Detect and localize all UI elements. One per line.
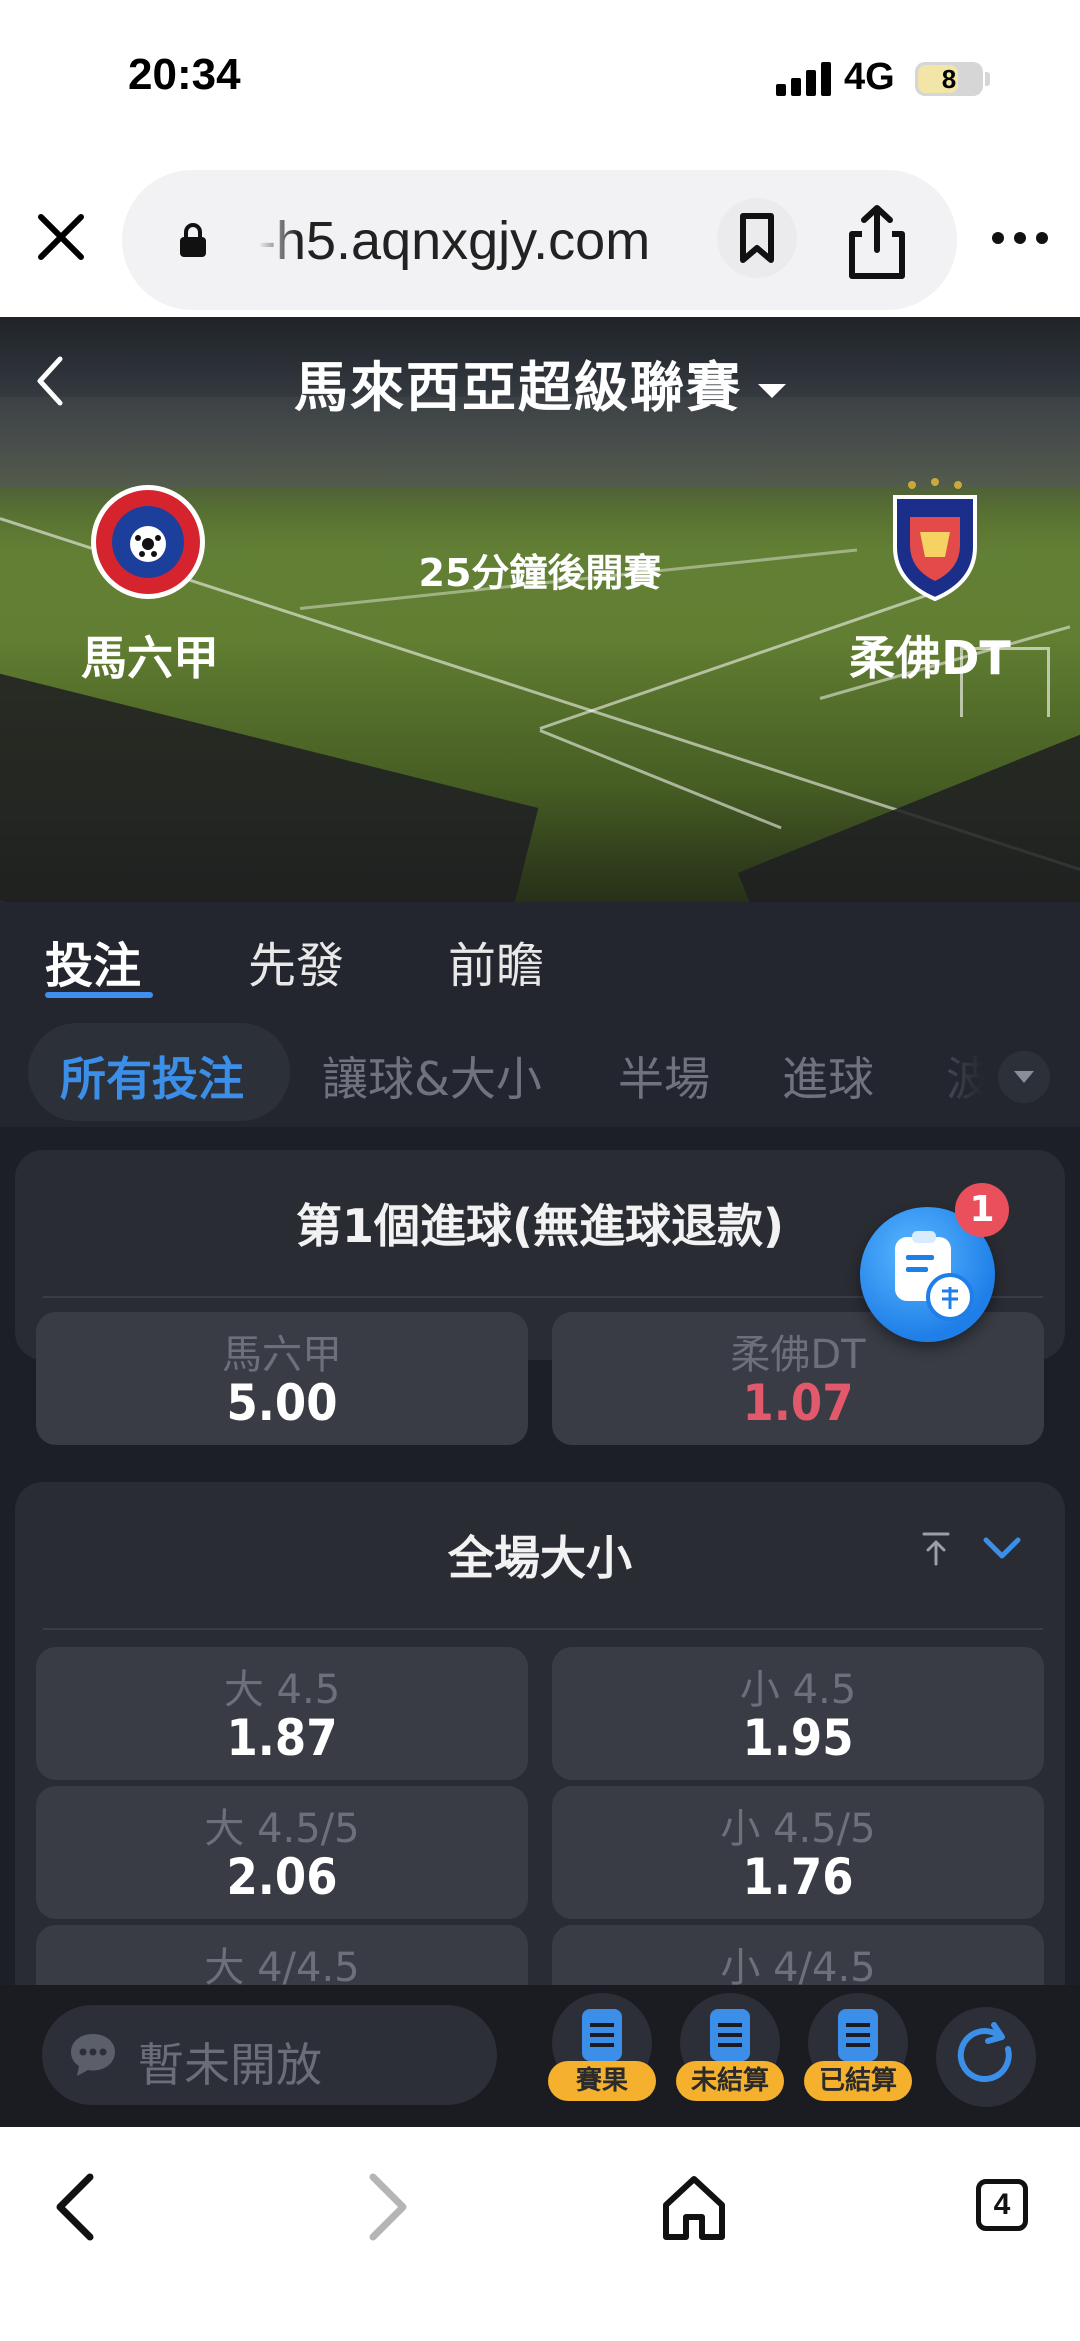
odds-label: 馬六甲 <box>222 1332 342 1378</box>
collapse-icon[interactable] <box>982 1536 1022 1560</box>
share-icon[interactable] <box>842 202 912 282</box>
network-type: 4G <box>844 56 895 98</box>
battery-tip <box>985 72 990 86</box>
tab-count: 4 <box>976 2179 1028 2231</box>
odds-value: 1.87 <box>226 1709 338 1767</box>
status-bar: 20:34 4G 8 <box>0 0 1080 160</box>
expand-filters-icon[interactable] <box>998 1051 1050 1103</box>
chat-placeholder: 暫未開放 <box>138 2038 322 2092</box>
status-time: 20:34 <box>128 50 241 99</box>
tab-bet[interactable]: 投注 <box>45 926 141 996</box>
away-team-logo <box>893 478 977 602</box>
main-tabs: 投注 先發 前瞻 <box>0 902 1080 1017</box>
odds-label: 大 4.5/5 <box>204 1806 360 1852</box>
settled-button[interactable]: 已結算 <box>804 1993 912 2113</box>
url-text[interactable]: -h5.aqnxgjy.com <box>258 210 650 272</box>
match-header: 馬來西亞超級聯賽 馬六甲 25分鐘後開賽 柔佛DT <box>0 317 1080 902</box>
odds-label: 小 4.5 <box>739 1667 857 1713</box>
document-icon <box>838 2009 878 2061</box>
battery-level: 8 <box>941 64 957 94</box>
odds-button[interactable]: 大 4.5/5 2.06 <box>36 1786 528 1919</box>
filter-handicap-ou[interactable]: 讓球&大小 <box>322 1043 542 1109</box>
browser-nav-bar: 4 <box>0 2127 1080 2341</box>
caret-down-icon <box>758 384 786 399</box>
odds-button[interactable]: 小 4.5/5 1.76 <box>552 1786 1044 1919</box>
chat-input[interactable]: 暫未開放 <box>42 2005 497 2105</box>
active-tab-indicator <box>45 992 153 998</box>
battery-icon: 8 <box>915 62 983 96</box>
refresh-button[interactable] <box>936 2007 1036 2107</box>
filter-half[interactable]: 半場 <box>618 1043 710 1109</box>
lock-icon <box>180 223 206 257</box>
home-team-logo <box>91 485 205 599</box>
market-title: 全場大小 <box>448 1531 632 1585</box>
odds-value: 1.07 <box>742 1374 854 1432</box>
odds-button[interactable]: 小 4.5 1.95 <box>552 1647 1044 1780</box>
odds-value: 1.76 <box>742 1848 854 1906</box>
odds-label: 小 4.5/5 <box>720 1806 876 1852</box>
bottom-toolbar: 暫未開放 賽果 未結算 已結算 <box>0 1985 1080 2127</box>
odds-value: 2.06 <box>226 1848 338 1906</box>
away-team-name: 柔佛DT <box>849 631 1011 685</box>
browser-toolbar: -h5.aqnxgjy.com <box>0 160 1080 317</box>
odds-value: 5.00 <box>226 1374 338 1432</box>
results-button[interactable]: 賽果 <box>548 1993 656 2113</box>
odds-button[interactable]: 馬六甲 5.00 <box>36 1312 528 1445</box>
document-icon <box>582 2009 622 2061</box>
home-icon[interactable] <box>654 2167 734 2247</box>
market-filter-tabs: 所有投注 讓球&大小 半場 進球 波 <box>0 1017 1080 1127</box>
odds-value: 1.95 <box>742 1709 854 1767</box>
tab-preview[interactable]: 前瞻 <box>448 926 544 996</box>
close-icon[interactable] <box>36 212 86 262</box>
refresh-icon <box>957 2022 1012 2083</box>
unsettled-button[interactable]: 未結算 <box>676 1993 784 2113</box>
url-fade <box>258 200 298 280</box>
betting-panel: 投注 先發 前瞻 所有投注 讓球&大小 半場 進球 波 第1個進球(無進球退款)… <box>0 902 1080 2127</box>
odds-button[interactable]: 大 4.5 1.87 <box>36 1647 528 1780</box>
settled-label: 已結算 <box>804 2061 912 2101</box>
league-selector[interactable]: 馬來西亞超級聯賽 <box>0 343 1080 422</box>
results-label: 賽果 <box>548 2061 656 2101</box>
league-name: 馬來西亞超級聯賽 <box>294 356 742 419</box>
more-options-icon[interactable] <box>990 230 1050 246</box>
filter-goals[interactable]: 進球 <box>782 1043 874 1109</box>
market-card-total-goals: 全場大小 大 4.5 1.87 小 4.5 1.95 大 4.5/5 2.06 … <box>15 1482 1065 2058</box>
unsettled-label: 未結算 <box>676 2061 784 2101</box>
odds-label: 大 4.5 <box>223 1667 341 1713</box>
nav-forward-icon[interactable] <box>345 2167 425 2247</box>
nav-back-icon[interactable] <box>38 2167 118 2247</box>
address-bar[interactable]: -h5.aqnxgjy.com <box>122 170 957 310</box>
kickoff-countdown: 25分鐘後開賽 <box>418 551 662 595</box>
bet-slip-count-badge: 1 <box>955 1183 1009 1237</box>
home-team-name: 馬六甲 <box>81 631 219 685</box>
pin-to-top-icon[interactable] <box>920 1530 952 1566</box>
document-icon <box>710 2009 750 2061</box>
chat-bubble-icon <box>71 2034 115 2076</box>
tabs-button[interactable]: 4 <box>960 2167 1040 2247</box>
filter-all-bets[interactable]: 所有投注 <box>60 1043 244 1109</box>
bookmark-icon[interactable] <box>717 198 797 278</box>
signal-icon <box>776 62 832 96</box>
tab-lineup[interactable]: 先發 <box>248 926 344 996</box>
